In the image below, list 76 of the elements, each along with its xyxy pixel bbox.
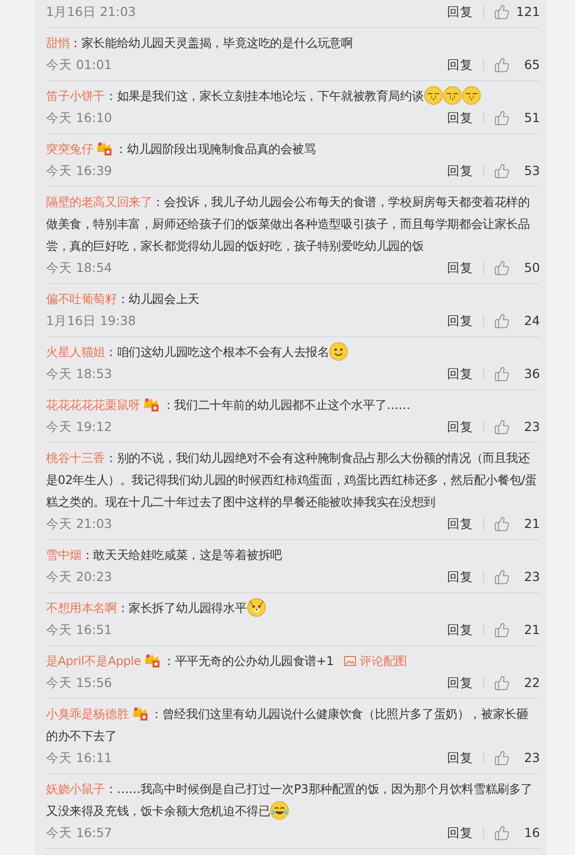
like-count: 23 — [523, 748, 540, 767]
comment-text: 笛子小饼干：如果是我们这，家长立刻挂本地论坛，下午就被教育局约谈 — [46, 85, 540, 107]
like-count: 24 — [523, 312, 540, 330]
sleepy-face-icon — [424, 86, 443, 105]
smiley-face-icon — [329, 342, 348, 361]
sleepy-face-icon — [442, 86, 462, 105]
like-count: 36 — [523, 364, 540, 383]
thumbs-up-icon[interactable] — [494, 260, 510, 276]
thumbs-up-icon[interactable] — [494, 825, 510, 841]
reply-button[interactable]: 回复 — [447, 418, 473, 436]
like-count: 21 — [523, 620, 540, 639]
like-count: 23 — [523, 418, 540, 436]
reply-button[interactable]: 回复 — [447, 312, 473, 330]
comment-time: 今天 19:12 — [46, 418, 112, 436]
reply-button[interactable]: 回复 — [447, 568, 473, 586]
thumbs-up-icon[interactable] — [494, 163, 510, 179]
like-count: 121 — [515, 2, 540, 21]
like-count: 21 — [523, 514, 540, 533]
thumbs-up-icon[interactable] — [494, 4, 510, 20]
comment-text: 小臭乖是杨德胜 ：曾经我们这里有幼儿园说什么健康饮食（比照片多了蛋奶），被家长砸的办不下去了 — [46, 704, 530, 745]
comment-text: 桃谷十三香：别的不说，我们幼儿园绝对不会有这种腌制食品占那么大份额的情况（而且我还是02年生人）。我记得我们幼儿园的时候西红柿鸡蛋面，鸡蛋比西红柿还多，然后配小餐包/蛋糕之类的。现在十几二十年过去了图中这样的早餐还能被吹捧我实在没想到 — [46, 450, 538, 511]
thumbs-up-icon[interactable] — [494, 516, 510, 532]
thumbs-up-icon[interactable] — [494, 622, 510, 638]
reply-button[interactable]: 回复 — [447, 514, 473, 534]
comment-time: 今天 16:39 — [46, 162, 112, 180]
comment-time: 今天 16:57 — [46, 824, 112, 842]
like-count: 50 — [523, 258, 540, 277]
reply-button[interactable]: 回复 — [447, 108, 473, 128]
thumbs-up-icon[interactable] — [494, 57, 510, 73]
comment-time: 今天 18:54 — [46, 258, 112, 277]
thumbs-up-icon[interactable] — [494, 750, 510, 766]
like-count: 16 — [523, 824, 540, 842]
image-icon — [344, 656, 356, 666]
comment-text: 花花花花花栗鼠呀 ：我们二十年前的幼儿园都不止这个水平了…… — [46, 395, 412, 414]
comment-time: 今天 20:23 — [46, 568, 112, 586]
reply-button[interactable]: 回复 — [447, 620, 473, 640]
thumbs-up-icon[interactable] — [494, 569, 510, 585]
reply-button[interactable]: 回复 — [447, 364, 473, 384]
like-count: 53 — [523, 162, 540, 180]
comment-time: 今天 21:03 — [46, 514, 112, 533]
comment-time: 今天 16:10 — [46, 108, 112, 127]
comment-text: 火星人猫姐：咱们这幼儿园吃这个根本不会有人去报名 — [46, 341, 540, 363]
comment-text: 是April不是Apple ：平平无奇的公办幼儿园食谱+1 评论配图 — [46, 650, 540, 672]
like-count: 22 — [523, 674, 540, 692]
comment-text: 不想用本名啊：家长拆了幼儿园得水平 — [46, 597, 540, 619]
like-count: 51 — [523, 108, 540, 127]
comment-time: 今天 15:56 — [46, 674, 112, 692]
like-count: 23 — [523, 568, 540, 586]
comment-text: 甜悄：家长能给幼儿园天灵盖揭，毕竟这吃的是什么玩意啊 — [46, 35, 354, 52]
comment-time: 1月16日 21:03 — [46, 2, 136, 21]
comment-time: 1月16日 19:38 — [46, 312, 136, 330]
dog-face-icon — [246, 598, 266, 617]
thumbs-up-icon[interactable] — [494, 313, 510, 329]
thumbs-up-icon[interactable] — [494, 419, 510, 435]
like-count: 65 — [523, 56, 540, 74]
comment-text: 偏不吐葡萄籽：幼儿园会上天 — [46, 291, 200, 308]
reply-button[interactable]: 回复 — [447, 56, 473, 74]
comment-time: 今天 18:53 — [46, 364, 112, 383]
comment-text: 妖娆小鼠子：……我高中时候倒是自己打过一次P3那种配置的饭，因为那个月饮料雪糕刷多了又没来得及充钱，饭卡余额大危机迫不得已 — [46, 781, 534, 822]
sleepy-face-icon — [462, 86, 481, 105]
laughing-crying-face-icon — [270, 800, 290, 820]
reply-button[interactable]: 回复 — [447, 2, 473, 22]
comment-time: 今天 16:51 — [46, 620, 112, 639]
comment-text: 隔壁的老高又回来了：会投诉，我儿子幼儿园会公布每天的食谱，学校厨房每天都变着花样的做美食，特别丰富，厨师还给孩子们的饭菜做出各种造型吸引孩子，而且每学期都会让家长品尝，真的巨好吃，家长都觉得幼儿园的饭好吃，孩子特别爱吃幼儿园的饭 — [46, 194, 531, 255]
reply-button[interactable]: 回复 — [447, 674, 473, 692]
reply-button[interactable]: 回复 — [447, 824, 473, 842]
comment-time: 今天 16:11 — [46, 748, 112, 767]
thumbs-up-icon[interactable] — [494, 366, 510, 382]
comment-time: 今天 01:01 — [46, 56, 112, 74]
comment-text: 雪中烟：敢天天给娃吃咸菜，这是等着被拆吧 — [46, 547, 284, 564]
reply-button[interactable]: 回复 — [447, 162, 473, 180]
reply-button[interactable]: 回复 — [447, 748, 473, 768]
comment-text: 突突兔仔 ：幼儿园阶段出现腌制食品真的会被骂 — [46, 139, 317, 158]
thumbs-up-icon[interactable] — [494, 110, 510, 126]
thumbs-up-icon[interactable] — [494, 675, 510, 691]
reply-button[interactable]: 回复 — [447, 258, 473, 278]
